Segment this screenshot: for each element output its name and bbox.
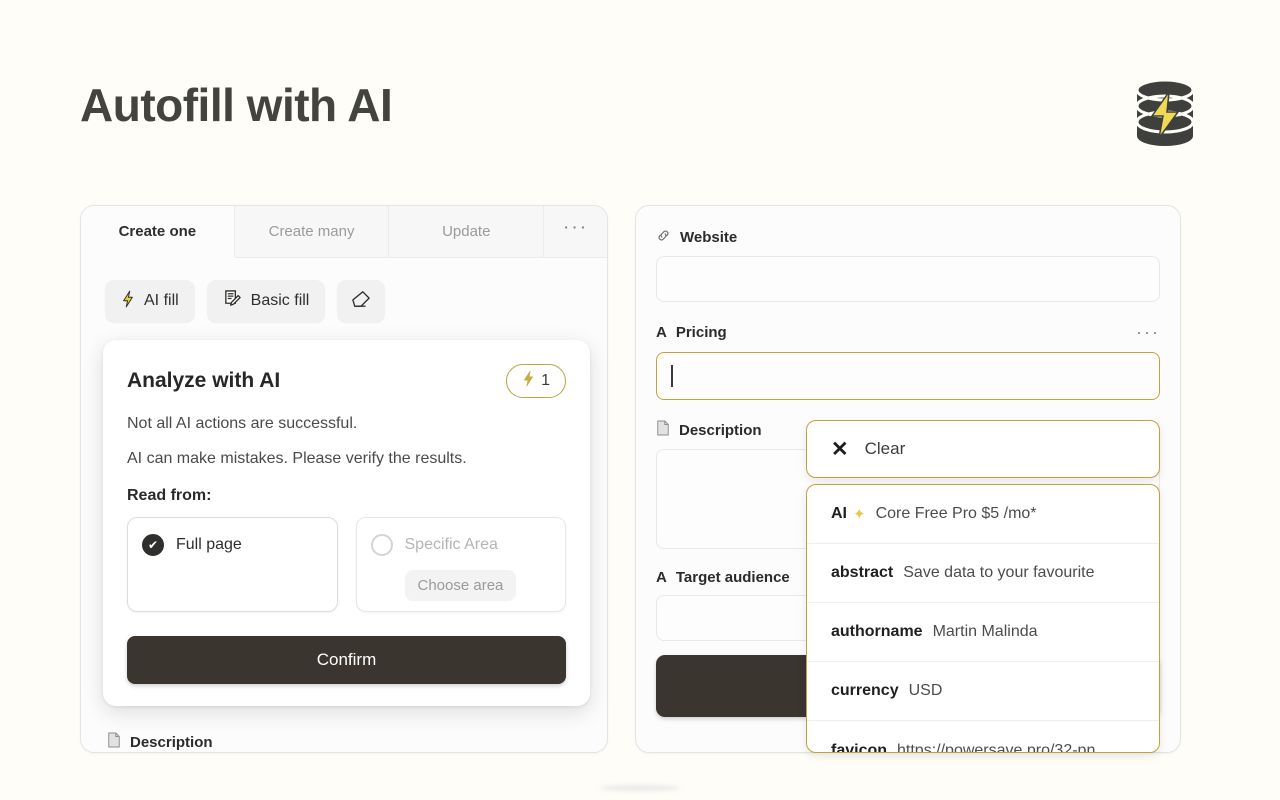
suggestion-key: abstract [831,564,894,581]
text-type-icon: A [656,324,667,341]
radio-unselected-icon [370,534,393,556]
text-type-icon: A [656,569,667,586]
lightning-bolt-icon [121,290,135,313]
tab-create-many[interactable]: Create many [234,206,390,257]
fill-actions-row: AI fill Basic fill [81,258,607,322]
suggestion-value: Martin Malinda [932,623,1038,640]
dialog-warning-line-1: Not all AI actions are successful. [127,415,358,432]
text-caret [671,365,673,387]
suggestion-value: USD [908,682,943,699]
document-icon [656,420,670,440]
autofill-suggestion-list: AI ✦ Core Free Pro $5 /mo* abstract Save… [806,484,1160,753]
lightning-bolt-icon [522,370,535,392]
choose-area-button[interactable]: Choose area [404,570,517,601]
tab-create-one[interactable]: Create one [81,206,235,258]
field-label-website-text: Website [680,229,738,246]
autofill-clear-label: Clear [864,439,906,458]
database-lightning-icon [1126,74,1204,152]
option-specific-area-row: Specific Area [370,534,552,556]
field-label-website: Website [656,228,1160,247]
tab-overflow-menu[interactable]: ··· [544,206,607,257]
read-from-options: ✔ Full page Specific Area Choose area [127,517,566,612]
option-specific-area-label: Specific Area [404,536,498,553]
suggestion-item-authorname[interactable]: authorname Martin Malinda [807,603,1159,662]
document-pencil-icon [223,289,242,313]
dialog-warning-line-2: AI can make mistakes. Please verify the … [127,450,467,467]
suggestion-key: authorname [831,623,923,640]
clear-fill-button[interactable] [337,280,386,322]
ai-fill-label: AI fill [144,292,179,309]
ai-fill-button[interactable]: AI fill [105,280,195,322]
suggestion-value: Core Free Pro $5 /mo* [875,505,1037,522]
pricing-input[interactable] [656,352,1160,400]
autofill-clear-option[interactable]: ✕ Clear [806,420,1160,478]
field-label-pricing-row: A Pricing ··· [656,322,1160,343]
credit-badge[interactable]: 1 [506,364,566,398]
dialog-title: Analyze with AI [127,369,281,392]
read-from-label: Read from: [127,487,212,504]
suggestion-item-favicon[interactable]: favicon https://powersave.pro/32-pn [807,721,1159,753]
sparkle-icon: ✦ [853,506,866,523]
suggestion-key: favicon [831,741,888,753]
tab-update[interactable]: Update [389,206,545,257]
basic-fill-button[interactable]: Basic fill [206,280,326,322]
suggestion-item-currency[interactable]: currency USD [807,662,1159,721]
field-label-description-text: Description [679,421,762,439]
document-icon [107,732,121,752]
screen-root: Autofill with AI Create one Create many … [0,0,1280,800]
basic-fill-label: Basic fill [250,292,310,309]
option-full-page[interactable]: ✔ Full page [127,517,338,612]
option-specific-area[interactable]: Specific Area Choose area [355,517,566,612]
suggestion-key: currency [831,682,899,699]
ellipsis-icon[interactable]: ··· [1136,322,1160,343]
analyze-with-ai-dialog: Analyze with AI 1 Not all AI actions are… [103,340,590,706]
page-title: Autofill with AI [80,79,393,131]
radio-selected-icon: ✔ [142,534,164,556]
close-x-icon: ✕ [831,437,849,461]
option-full-page-row: ✔ Full page [142,534,323,556]
field-label-pricing: A Pricing [656,324,727,341]
confirm-button[interactable]: Confirm [127,636,566,684]
credit-count: 1 [541,372,550,389]
option-full-page-label: Full page [176,536,242,553]
left-description-label-text: Description [130,733,213,751]
link-icon [656,228,671,247]
field-label-pricing-text: Pricing [675,324,727,341]
viewport-bottom-shadow [600,785,680,791]
eraser-icon [351,290,371,313]
suggestion-item-ai[interactable]: AI ✦ Core Free Pro $5 /mo* [807,485,1159,544]
field-label-target-audience-text: Target audience [675,569,790,586]
panel-tabs: Create one Create many Update ··· [81,206,607,258]
dialog-header: Analyze with AI 1 [127,364,566,398]
website-input[interactable] [656,256,1160,302]
suggestion-value: Save data to your favourite [903,564,1095,581]
left-description-field-label: Description [107,732,213,752]
suggestion-item-abstract[interactable]: abstract Save data to your favourite [807,544,1159,603]
suggestion-key: AI [831,505,847,522]
suggestion-value: https://powersave.pro/32-pn [897,741,1096,753]
